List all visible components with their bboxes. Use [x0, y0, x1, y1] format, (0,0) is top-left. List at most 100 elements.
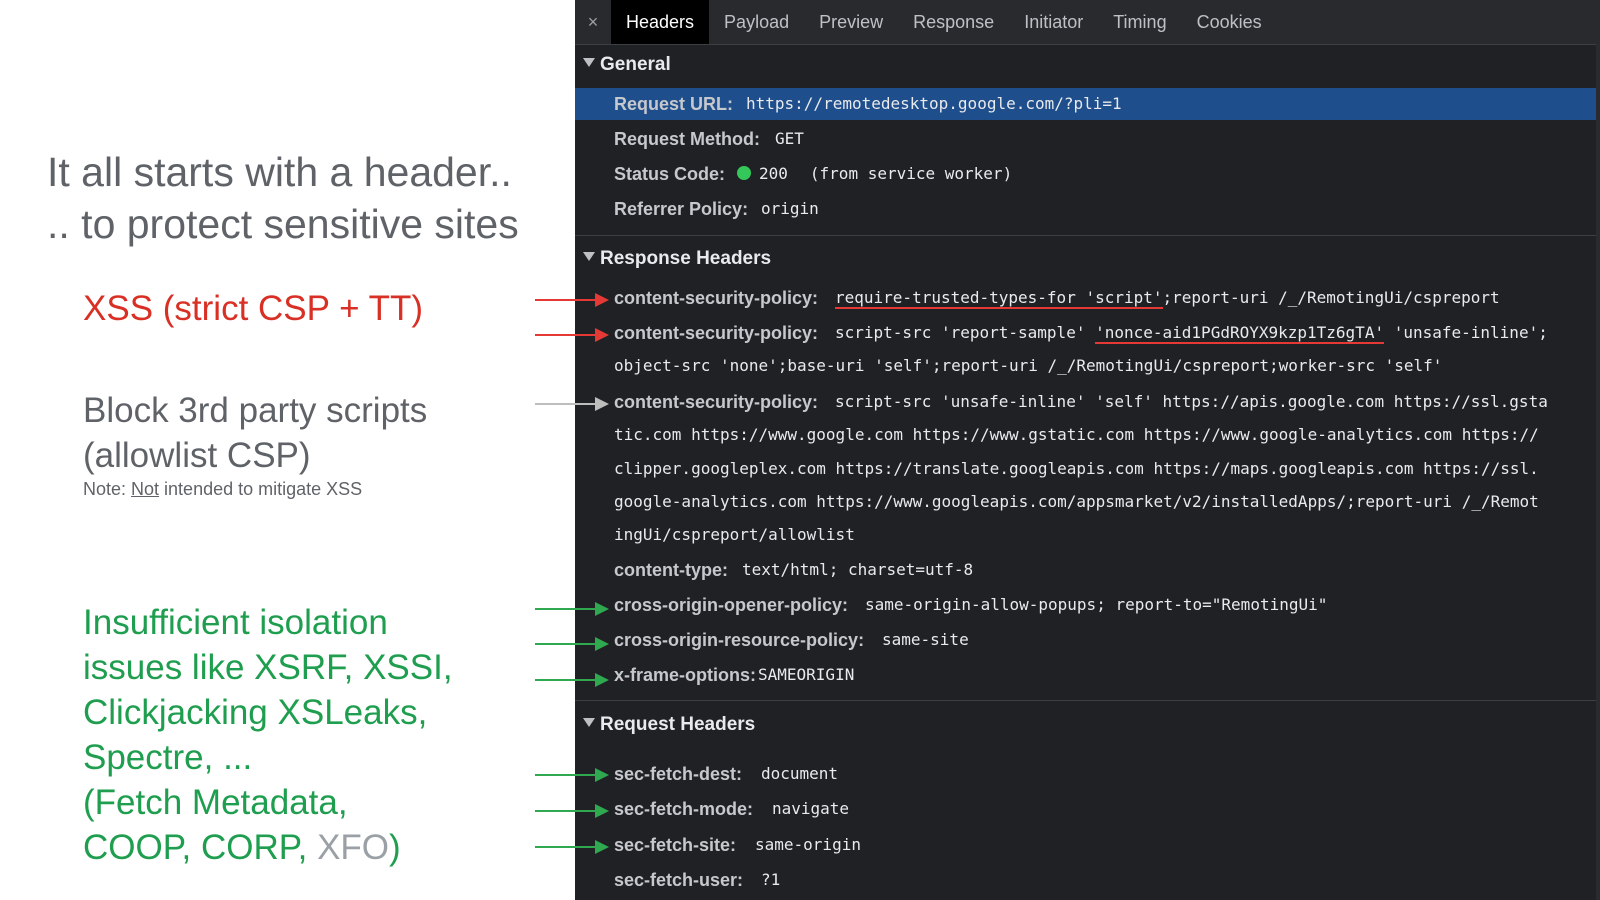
point-iso-line6: COOP, CORP, XFO)	[83, 825, 453, 870]
note-underlined: Not	[131, 479, 160, 499]
row-csp-3: content-security-policy: script-src 'uns…	[575, 386, 1600, 418]
point-iso-close: )	[389, 828, 401, 867]
value-corp: same-site	[882, 630, 969, 649]
arrow-to-csp-2	[535, 328, 609, 342]
key-status-code: Status Code:	[614, 164, 726, 184]
slide-title-line2: .. to protect sensitive sites	[47, 201, 519, 247]
point-block-line2: (allowlist CSP)	[83, 436, 311, 475]
row-csp-3-cont4: ingUi/cspreport/allowlist	[575, 519, 1600, 551]
key-sec-fetch-user: sec-fetch-user:	[614, 870, 744, 890]
value-csp-2: script-src 'report-sample' 'nonce-aid1PG…	[835, 317, 1548, 349]
point-iso-line5: (Fetch Metadata,	[83, 783, 348, 822]
row-csp-3-cont3: google-analytics.com https://www.googlea…	[575, 486, 1600, 518]
row-x-frame-options: x-frame-options: SAMEORIGIN	[575, 659, 1600, 691]
point-iso-xfo: XFO	[317, 828, 390, 867]
key-csp-1: content-security-policy:	[614, 288, 819, 308]
note-suffix: intended to mitigate XSS	[159, 479, 363, 499]
tab-cookies[interactable]: Cookies	[1182, 0, 1277, 44]
row-csp-2-cont: object-src 'none';base-uri 'self';report…	[575, 350, 1600, 382]
key-sec-fetch-mode: sec-fetch-mode:	[614, 799, 754, 819]
section-response-headers-toggle[interactable]: Response Headers	[575, 244, 771, 274]
section-request-label: Request Headers	[600, 714, 756, 735]
arrow-to-xfo	[535, 673, 609, 687]
slide-title: It all starts with a header.. .. to prot…	[47, 146, 519, 250]
status-code-number: 200	[759, 164, 788, 183]
tab-initiator[interactable]: Initiator	[1009, 0, 1098, 44]
csp2-part-b: 'unsafe-inline';	[1384, 323, 1548, 342]
point-xss: XSS (strict CSP + TT)	[83, 289, 424, 328]
row-csp-2: content-security-policy: script-src 'rep…	[575, 317, 1600, 349]
arrow-to-corp	[535, 637, 609, 651]
value-sec-fetch-mode: navigate	[772, 799, 850, 818]
point-block-line1: Block 3rd party scripts	[83, 391, 428, 430]
slide-title-line1: It all starts with a header..	[47, 149, 512, 195]
row-status-code: Status Code: 200 (from service worker)	[575, 158, 1600, 190]
value-sec-fetch-user: ?1	[761, 870, 781, 889]
csp3-line1: script-src 'unsafe-inline' 'self' https:…	[835, 392, 1548, 411]
point-iso-line2: issues like XSRF, XSSI,	[83, 648, 453, 687]
key-coop: cross-origin-opener-policy:	[614, 595, 849, 615]
csp2-nonce-underlined: 'nonce-aid1PGdROYX9kzp1Tz6gTA'	[1095, 323, 1385, 344]
slide-panel: It all starts with a header.. .. to prot…	[0, 0, 575, 900]
value-referrer-policy: origin	[761, 199, 819, 218]
tab-preview[interactable]: Preview	[804, 0, 898, 44]
point-iso-line3: Clickjacking XSLeaks,	[83, 693, 428, 732]
row-sec-fetch-mode: sec-fetch-mode: navigate	[575, 793, 1600, 825]
csp3-line2: tic.com https://www.google.com https://w…	[614, 425, 1539, 444]
scrollbar[interactable]	[1596, 44, 1600, 900]
key-csp-3: content-security-policy:	[614, 392, 819, 412]
status-code-note: (from service worker)	[809, 164, 1013, 183]
note-prefix: Note:	[83, 479, 132, 499]
value-coop: same-origin-allow-popups; report-to="Rem…	[865, 595, 1328, 614]
csp1-rest: ;report-uri /_/RemotingUi/cspreport	[1162, 288, 1500, 307]
row-sec-fetch-site: sec-fetch-site: same-origin	[575, 829, 1600, 861]
point-iso-coop-corp: COOP, CORP,	[83, 828, 318, 867]
key-request-url: Request URL:	[614, 94, 734, 114]
note-text: Note: Not intended to mitigate XSS	[83, 479, 362, 500]
value-request-url: https://remotedesktop.google.com/?pli=1	[746, 94, 1122, 113]
row-content-type: content-type: text/html; charset=utf-8	[575, 554, 1600, 586]
tab-response[interactable]: Response	[898, 0, 1009, 44]
arrow-to-sec-fetch-mode	[535, 804, 609, 818]
value-csp-1: require-trusted-types-for 'script';repor…	[835, 282, 1500, 314]
value-content-type: text/html; charset=utf-8	[742, 560, 974, 579]
close-icon[interactable]: ×	[575, 12, 611, 33]
row-coop: cross-origin-opener-policy: same-origin-…	[575, 589, 1600, 621]
row-referrer-policy: Referrer Policy: origin	[575, 193, 1600, 225]
csp2-part-a: script-src 'report-sample'	[835, 323, 1096, 342]
key-sec-fetch-dest: sec-fetch-dest:	[614, 764, 743, 784]
key-x-frame-options: x-frame-options:	[614, 665, 757, 685]
tab-headers[interactable]: Headers	[611, 0, 710, 44]
point-iso-line4: Spectre, ...	[83, 738, 253, 777]
key-csp-2: content-security-policy:	[614, 323, 819, 343]
csp1-underlined: require-trusted-types-for 'script'	[835, 288, 1163, 309]
csp3-line3: clipper.googleplex.com https://translate…	[614, 459, 1539, 478]
row-sec-fetch-dest: sec-fetch-dest: document	[575, 758, 1600, 790]
section-general-label: General	[600, 54, 671, 75]
csp2-line2: object-src 'none';base-uri 'self';report…	[614, 356, 1443, 375]
divider	[575, 700, 1600, 701]
tab-payload[interactable]: Payload	[709, 0, 804, 44]
section-request-headers-toggle[interactable]: Request Headers	[575, 710, 755, 740]
devtools-headers-panel: × Headers Payload Preview Response Initi…	[575, 0, 1600, 900]
devtools-tab-bar: × Headers Payload Preview Response Initi…	[575, 0, 1600, 45]
key-request-method: Request Method:	[614, 129, 760, 149]
status-green-dot-icon	[737, 165, 751, 180]
csp3-line4: google-analytics.com https://www.googlea…	[614, 492, 1539, 511]
divider	[575, 235, 1600, 236]
row-request-method: Request Method: GET	[575, 123, 1600, 155]
row-csp-3-cont1: tic.com https://www.google.com https://w…	[575, 419, 1600, 451]
tab-timing[interactable]: Timing	[1098, 0, 1181, 44]
key-sec-fetch-site: sec-fetch-site:	[614, 835, 737, 855]
point-block-3rd-party: Block 3rd party scripts (allowlist CSP)	[83, 388, 427, 478]
point-iso-line1: Insufficient isolation	[83, 603, 388, 642]
triangle-down-icon	[583, 718, 595, 728]
key-referrer-policy: Referrer Policy:	[614, 199, 749, 219]
point-isolation: Insufficient isolation issues like XSRF,…	[83, 600, 453, 870]
key-corp: cross-origin-resource-policy:	[614, 630, 865, 650]
section-general-toggle[interactable]: General	[575, 50, 671, 80]
row-request-url[interactable]: Request URL: https://remotedesktop.googl…	[575, 88, 1600, 120]
triangle-down-icon	[583, 252, 595, 262]
arrow-to-sec-fetch-site	[535, 840, 609, 854]
value-request-method: GET	[775, 129, 804, 148]
